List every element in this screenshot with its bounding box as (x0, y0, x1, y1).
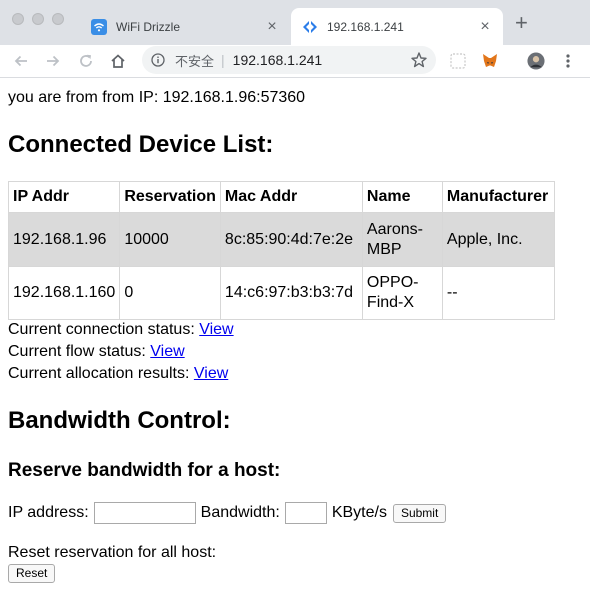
address-separator: | (221, 52, 225, 68)
close-window-button[interactable] (12, 13, 24, 25)
browser-toolbar: 不安全 | 192.168.1.241 (0, 45, 590, 78)
name-line-1: OPPO- (366, 274, 419, 291)
profile-avatar[interactable] (527, 52, 545, 70)
device-table: IP Addr Reservation Mac Addr Name Manufa… (7, 181, 555, 320)
forward-arrow-icon[interactable] (42, 50, 64, 72)
connection-status-line: Current connection status: View (8, 319, 234, 341)
maximize-window-button[interactable] (52, 13, 64, 25)
tab-close-icon[interactable]: × (264, 18, 280, 35)
info-icon[interactable] (151, 53, 165, 67)
loading-favicon-icon (302, 19, 318, 35)
bandwidth-input[interactable] (284, 502, 327, 524)
reserve-form: IP address: Bandwidth: KByte/s Submit (8, 502, 447, 524)
cell-name: Aarons- MBP (361, 212, 443, 267)
back-arrow-icon[interactable] (10, 50, 32, 72)
table-row: 192.168.1.96 10000 8c:85:90:4d:7e:2e Aar… (7, 212, 555, 267)
ip-address-label: IP address: (8, 504, 89, 521)
client-ip-text: you are from from IP: 192.168.1.96:57360 (8, 89, 306, 106)
bandwidth-control-heading: Bandwidth Control: (8, 407, 231, 434)
extension-grid-icon[interactable] (449, 52, 467, 70)
cell-ip: 192.168.1.160 (7, 266, 121, 320)
header-reservation: Reservation (119, 181, 221, 213)
cell-manufacturer: -- (441, 266, 555, 320)
flow-status-label: Current flow status: (8, 343, 146, 360)
allocation-results-label: Current allocation results: (8, 365, 190, 382)
unit-label: KByte/s (331, 504, 387, 521)
reset-reservation-label: Reset reservation for all host: (8, 544, 217, 561)
name-line-2: Find-X (366, 294, 415, 311)
reserve-bandwidth-heading: Reserve bandwidth for a host: (8, 460, 281, 481)
tab-title: 192.168.1.241 (327, 19, 404, 34)
browser-tab-bar: WiFi Drizzle × 192.168.1.241 × + (0, 0, 590, 45)
name-line-1: Aarons- (366, 220, 423, 238)
flow-status-line: Current flow status: View (8, 341, 234, 363)
header-name: Name (361, 181, 443, 213)
metamask-fox-icon[interactable] (481, 52, 499, 70)
home-icon[interactable] (107, 50, 129, 72)
header-ip-addr: IP Addr (7, 181, 121, 213)
table-header-row: IP Addr Reservation Mac Addr Name Manufa… (7, 181, 555, 213)
ip-address-input[interactable] (93, 502, 196, 524)
reset-button[interactable]: Reset (8, 564, 56, 583)
cell-reservation: 10000 (119, 212, 221, 267)
flow-status-view-link[interactable]: View (150, 343, 184, 360)
url-text[interactable]: 192.168.1.241 (233, 52, 410, 68)
new-tab-plus-icon[interactable]: + (515, 12, 528, 34)
wifi-favicon-icon (91, 18, 107, 35)
security-status-label: 不安全 (175, 53, 215, 69)
window-controls (12, 13, 64, 25)
connected-device-heading: Connected Device List: (8, 131, 274, 158)
connection-status-label: Current connection status: (8, 321, 195, 338)
cell-mac: 8c:85:90:4d:7e:2e (219, 212, 363, 267)
minimize-window-button[interactable] (32, 13, 44, 25)
tab-close-icon[interactable]: × (477, 18, 493, 35)
page-content: you are from from IP: 192.168.1.96:57360… (7, 79, 583, 583)
name-line-2: MBP (366, 240, 402, 258)
bookmark-star-icon[interactable] (410, 51, 428, 69)
connection-status-view-link[interactable]: View (199, 321, 233, 338)
status-links: Current connection status: View Current … (8, 319, 234, 385)
header-manufacturer: Manufacturer (441, 181, 555, 213)
cell-ip: 192.168.1.96 (7, 212, 121, 267)
allocation-results-view-link[interactable]: View (194, 365, 228, 382)
cell-manufacturer: Apple, Inc. (441, 212, 555, 267)
cell-reservation: 0 (119, 266, 221, 320)
cell-mac: 14:c6:97:b3:b3:7d (219, 266, 363, 320)
cell-name: OPPO- Find-X (361, 266, 443, 320)
bandwidth-label: Bandwidth: (200, 504, 280, 521)
reload-icon[interactable] (75, 50, 97, 72)
tab-title: WiFi Drizzle (116, 19, 180, 34)
tab-wifi-drizzle[interactable]: WiFi Drizzle × (80, 8, 290, 45)
more-menu-icon[interactable] (559, 52, 577, 70)
submit-button[interactable]: Submit (392, 503, 447, 523)
table-row: 192.168.1.160 0 14:c6:97:b3:b3:7d OPPO- F… (7, 266, 555, 320)
tab-router-page[interactable]: 192.168.1.241 × (291, 8, 503, 45)
header-mac-addr: Mac Addr (219, 181, 363, 213)
allocation-results-line: Current allocation results: View (8, 363, 234, 385)
address-bar[interactable]: 不安全 | 192.168.1.241 (142, 46, 436, 74)
